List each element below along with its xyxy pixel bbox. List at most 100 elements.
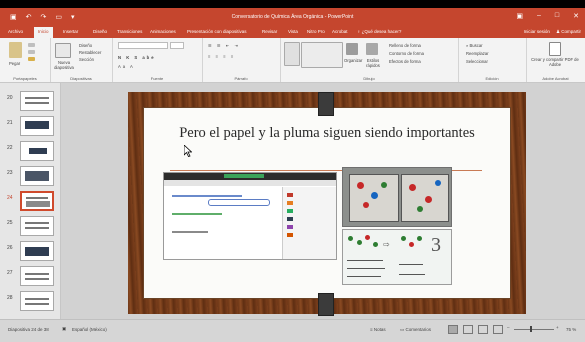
comments-label: Comentarios xyxy=(405,327,432,332)
group-editing: ⌕ Buscar Reemplazar Seleccionar Edición xyxy=(458,38,527,82)
shape-outline-button[interactable]: Contorno de forma xyxy=(389,51,424,56)
arrange-label[interactable]: Organizar xyxy=(344,58,362,63)
paste-label[interactable]: Pegar xyxy=(9,61,20,66)
shape-fill-button[interactable]: Relleno de forma xyxy=(389,43,421,48)
slide-thumbnail-23[interactable] xyxy=(20,166,54,186)
slide-title[interactable]: Pero el papel y la pluma siguen siendo i… xyxy=(150,124,504,143)
atom-red xyxy=(363,202,369,208)
layout-button[interactable]: Diseño xyxy=(79,43,92,48)
thumb-image xyxy=(25,247,49,256)
slide-thumbnail-26[interactable] xyxy=(20,241,54,261)
group-paragraph: ☰ ☰ ⇤ ⇥ ≡ ≡ ≡ ≡ Párrafo xyxy=(202,38,281,82)
tab-insertar[interactable]: Insertar xyxy=(63,29,78,34)
handwritten-line xyxy=(399,274,425,275)
zoom-slider-thumb[interactable] xyxy=(530,326,532,332)
paste-icon[interactable] xyxy=(9,42,22,58)
tab-archivo[interactable]: Archivo xyxy=(8,29,23,34)
zoom-in-icon[interactable]: + xyxy=(556,325,559,330)
swatch xyxy=(287,225,293,229)
handwritten-notes-photo[interactable]: ⇨ 3 xyxy=(342,229,452,285)
pdf-icon[interactable] xyxy=(549,42,561,56)
thumb-line xyxy=(25,303,49,305)
find-button[interactable]: ⌕ Buscar xyxy=(466,43,483,48)
tab-nitro[interactable]: Nitro Pro xyxy=(307,29,325,34)
reading-view-icon[interactable] xyxy=(478,325,488,334)
atom-blue xyxy=(435,180,441,186)
shape-effects-button[interactable]: Efectos de forma xyxy=(389,59,421,64)
cut-icon[interactable] xyxy=(28,43,35,47)
list-buttons[interactable]: ☰ ☰ ⇤ ⇥ xyxy=(208,43,240,48)
arrange-icon[interactable] xyxy=(346,43,358,55)
tab-inicio[interactable]: Inicio xyxy=(34,27,53,38)
software-screenshot-image[interactable] xyxy=(163,172,337,260)
tab-transiciones[interactable]: Transiciones xyxy=(117,29,142,34)
zoom-slider[interactable] xyxy=(514,329,554,330)
tab-acrobat[interactable]: Acrobat xyxy=(332,29,348,34)
slide-thumbnail-24[interactable] xyxy=(20,191,54,211)
ribbon-display-icon[interactable]: ▣ xyxy=(516,12,523,20)
minimize-icon[interactable]: – xyxy=(537,12,541,20)
top-clip xyxy=(318,92,334,116)
drawn-atom xyxy=(401,236,406,241)
tab-diseno[interactable]: Diseño xyxy=(93,29,107,34)
tab-presentacion[interactable]: Presentación con diapositivas xyxy=(187,29,247,34)
thumb-line xyxy=(25,273,49,275)
slide-thumbnail-21[interactable] xyxy=(20,116,54,136)
slide-thumbnail-20[interactable] xyxy=(20,91,54,111)
slide-thumbnail-22[interactable] xyxy=(20,141,54,161)
comments-button[interactable]: ▭ Comentarios xyxy=(400,327,431,333)
signin-link[interactable]: Iniciar sesión xyxy=(524,29,550,35)
notes-button[interactable]: ≡ Notas xyxy=(370,327,386,332)
tab-animaciones[interactable]: Animaciones xyxy=(150,29,176,34)
thumb-line xyxy=(25,222,49,224)
font-size-box[interactable] xyxy=(170,42,184,49)
thumb-line xyxy=(25,278,49,280)
reset-button[interactable]: Restablecer xyxy=(79,50,101,55)
close-icon[interactable]: ✕ xyxy=(573,12,579,20)
group-clipboard: Pegar Portapapeles xyxy=(0,38,51,82)
shapes-list[interactable] xyxy=(301,42,343,68)
thumb-number: 24 xyxy=(7,195,13,201)
slideshow-icon[interactable] xyxy=(493,325,503,334)
zoom-out-icon[interactable]: – xyxy=(507,325,510,330)
section-button[interactable]: Sección xyxy=(79,57,94,62)
slide-thumbnail-25[interactable] xyxy=(20,216,54,236)
notes-label: Notas xyxy=(373,327,386,332)
drawn-atom xyxy=(348,236,353,241)
normal-view-icon[interactable] xyxy=(448,325,458,334)
swatch xyxy=(287,193,293,197)
quick-styles-label[interactable]: Estilos rápidos xyxy=(362,58,384,68)
create-pdf-label[interactable]: Crear y compartir PDF de Adobe xyxy=(528,57,582,67)
maximize-icon[interactable]: □ xyxy=(555,12,559,20)
language-indicator[interactable]: Español (México) xyxy=(72,327,107,332)
font-name-box[interactable] xyxy=(118,42,168,49)
tab-revisar[interactable]: Revisar xyxy=(262,29,277,34)
zoom-level[interactable]: 75 % xyxy=(566,327,576,332)
quick-styles-icon[interactable] xyxy=(366,43,378,55)
spellcheck-icon[interactable]: ▣ xyxy=(62,326,66,332)
mouse-cursor-icon xyxy=(184,145,192,157)
slide-thumbnail-28[interactable] xyxy=(20,291,54,311)
font-color-buttons[interactable]: Aa A xyxy=(118,64,135,69)
tell-me-box[interactable]: ♀ ¿Qué desea hacer? xyxy=(357,29,401,34)
new-slide-icon[interactable] xyxy=(55,43,71,58)
share-label: Compartir xyxy=(561,29,581,34)
format-painter-icon[interactable] xyxy=(28,57,35,61)
status-bar: Diapositiva 24 de 38 ▣ Español (México) … xyxy=(0,319,585,342)
thumb-number: 25 xyxy=(7,220,13,226)
select-button[interactable]: Seleccionar xyxy=(466,59,488,64)
thumb-image xyxy=(25,171,49,181)
shapes-gallery-icon[interactable] xyxy=(284,42,300,66)
molecule-models-photo[interactable] xyxy=(342,167,452,227)
share-button[interactable]: ♟ Compartir xyxy=(556,29,581,35)
new-slide-label[interactable]: Nueva diapositiva xyxy=(51,60,77,70)
copy-icon[interactable] xyxy=(28,50,35,54)
replace-button[interactable]: Reemplazar xyxy=(466,51,489,56)
align-buttons[interactable]: ≡ ≡ ≡ ≡ xyxy=(208,54,235,59)
group-label-adobe: Adobe Acrobat xyxy=(542,76,569,81)
tab-vista[interactable]: Vista xyxy=(288,29,298,34)
slide-thumbnail-27[interactable] xyxy=(20,266,54,286)
atom-red xyxy=(409,184,416,191)
slide-sorter-icon[interactable] xyxy=(463,325,473,334)
font-format-buttons[interactable]: N K S abe xyxy=(118,55,156,60)
